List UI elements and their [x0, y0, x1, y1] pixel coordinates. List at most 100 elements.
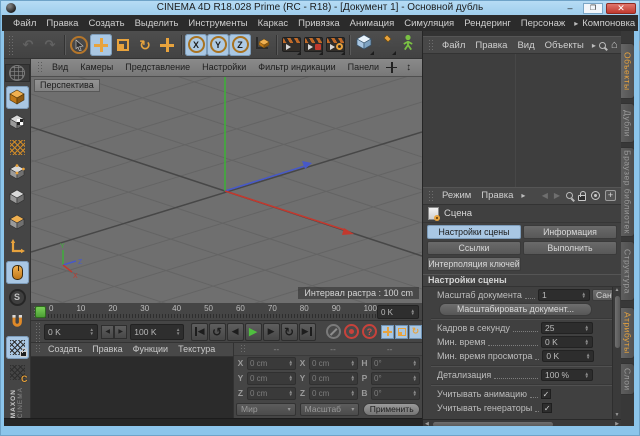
tab-takes[interactable]: Дубли: [621, 103, 635, 143]
document-scale-field[interactable]: 1 ▲ ▼: [538, 289, 590, 301]
menu-animate[interactable]: Анимация: [345, 18, 400, 29]
level-of-detail-field[interactable]: 100 % ▲ ▼: [541, 369, 593, 381]
fps-field[interactable]: 25 ▲ ▼: [541, 322, 593, 334]
scale-document-button[interactable]: Масштабировать документ...: [439, 302, 592, 316]
menu-simulate[interactable]: Симуляция: [399, 18, 459, 29]
move-tool-button[interactable]: [90, 33, 112, 56]
menu-file[interactable]: Файл: [8, 18, 41, 29]
menu-mesh[interactable]: Каркас: [253, 18, 294, 29]
mesh-mode-button[interactable]: [6, 136, 29, 159]
position-z-field[interactable]: 0 cm ▲ ▼: [247, 386, 296, 400]
tab-info[interactable]: Информация: [523, 224, 617, 239]
use-animation-checkbox[interactable]: ✓: [541, 389, 551, 399]
min-preview-time-field[interactable]: 0 K ▲ ▼: [542, 350, 595, 362]
om-search-icon[interactable]: [598, 41, 606, 49]
viewport-menu-grip[interactable]: [37, 61, 44, 74]
scrollbar-thumb[interactable]: [614, 295, 620, 348]
apply-button[interactable]: Применить: [363, 402, 420, 416]
mat-menu-texture[interactable]: Текстура: [173, 344, 220, 354]
mat-menu-create[interactable]: Создать: [43, 344, 87, 354]
palette-grip[interactable]: [9, 61, 25, 62]
am-menu-edit[interactable]: Правка: [476, 190, 518, 201]
more-menu-icon[interactable]: ▸: [589, 41, 599, 50]
vertical-scrollbar[interactable]: ▲ ▼: [612, 286, 621, 419]
tab-layers[interactable]: Слои: [621, 363, 635, 395]
vp-menu-display[interactable]: Представление: [119, 62, 196, 72]
om-menu-objects[interactable]: Объекты: [540, 40, 589, 51]
scale-x-field[interactable]: 0 cm ▲ ▼: [309, 356, 358, 370]
render-to-picture-viewer-button[interactable]: [302, 34, 324, 56]
add-spline-button[interactable]: [375, 34, 397, 56]
use-generators-checkbox[interactable]: ✓: [542, 403, 553, 413]
autokey-button[interactable]: [343, 324, 359, 340]
minimize-button[interactable]: –: [560, 3, 580, 14]
menu-render[interactable]: Рендеринг: [459, 18, 516, 29]
tab-todo[interactable]: Выполнить: [523, 240, 617, 255]
redo-button[interactable]: ↷: [39, 34, 61, 56]
frame-step-forward-button[interactable]: ▶: [114, 324, 128, 339]
render-settings-button[interactable]: [324, 34, 346, 56]
maximize-button[interactable]: ❐: [583, 2, 603, 14]
tab-structure[interactable]: Структура: [621, 241, 635, 301]
menu-edit[interactable]: Правка: [41, 18, 83, 29]
mat-menu-edit[interactable]: Правка: [87, 344, 127, 354]
transport-grip[interactable]: [35, 321, 42, 342]
position-x-field[interactable]: 0 cm ▲ ▼: [247, 356, 296, 370]
tab-key-interpolation[interactable]: Интерполяция ключей: [427, 256, 521, 271]
tab-objects[interactable]: Объекты: [621, 43, 635, 99]
lock-z-axis-button[interactable]: Z: [229, 33, 251, 56]
am-menu-mode[interactable]: Режим: [437, 190, 476, 201]
unit-dropdown[interactable]: Санти: [592, 289, 612, 301]
history-back-icon[interactable]: ◀: [542, 191, 549, 200]
lock-y-axis-button[interactable]: Y: [207, 33, 229, 56]
coord-system-dropdown[interactable]: Мир ▾: [236, 402, 296, 416]
close-button[interactable]: ✕: [606, 2, 636, 14]
timeline-ruler[interactable]: 0 10 20 30 40 50 60 70 80 90 100 0 K ▲ ▼: [31, 303, 422, 322]
scroll-up-icon[interactable]: ▲: [615, 287, 620, 294]
record-scale-toggle[interactable]: [395, 324, 408, 339]
target-icon[interactable]: [591, 191, 600, 200]
spinner-icon[interactable]: ▲ ▼: [90, 328, 94, 335]
make-editable-button[interactable]: [5, 85, 29, 109]
vp-menu-cameras[interactable]: Камеры: [74, 62, 119, 72]
scene-object-row[interactable]: Сцена: [423, 204, 621, 223]
scale-tool-button[interactable]: [112, 34, 134, 56]
vp-menu-filter[interactable]: Фильтр индикации: [252, 62, 341, 72]
render-view-button[interactable]: [280, 34, 302, 56]
next-key-button[interactable]: ↻: [280, 322, 298, 341]
am-add-icon[interactable]: +: [605, 190, 616, 201]
goto-start-button[interactable]: ◀: [190, 322, 208, 341]
menu-tools[interactable]: Инструменты: [183, 18, 252, 29]
tab-content-browser[interactable]: Браузер библиотек: [621, 147, 635, 237]
polygons-mode-button[interactable]: [6, 211, 29, 234]
viewport-3d[interactable]: Перспектива Y Z X Интервал растра: 100 …: [31, 76, 422, 304]
min-time-field[interactable]: 0 K ▲ ▼: [541, 336, 593, 348]
record-button[interactable]: [325, 324, 341, 340]
current-state-button[interactable]: [6, 111, 29, 134]
menu-snap[interactable]: Привязка: [293, 18, 345, 29]
preview-end-field[interactable]: 0 K ▲ ▼: [377, 305, 419, 320]
edges-mode-button[interactable]: [6, 186, 29, 209]
rotation-h-field[interactable]: 0° ▲ ▼: [371, 356, 420, 370]
tab-project-settings[interactable]: Настройки сцены: [427, 224, 521, 239]
prev-key-button[interactable]: ↺: [208, 322, 226, 341]
snap-s-button[interactable]: S: [6, 286, 29, 309]
goto-end-button[interactable]: ▶: [298, 322, 316, 341]
play-button[interactable]: ▶: [244, 322, 262, 341]
magnet-snap-button[interactable]: [6, 311, 29, 334]
scale-z-field[interactable]: 0 cm ▲ ▼: [309, 386, 358, 400]
section-header[interactable]: Настройки сцены: [423, 273, 621, 287]
menu-select[interactable]: Выделить: [130, 18, 184, 29]
om-menu-view[interactable]: Вид: [512, 40, 539, 51]
end-frame-field[interactable]: 100 K ▲ ▼: [130, 323, 185, 340]
prev-frame-button[interactable]: ◀: [226, 322, 244, 341]
mat-menu-function[interactable]: Функции: [128, 344, 173, 354]
material-list[interactable]: [31, 356, 233, 418]
add-primitive-button[interactable]: [353, 34, 375, 56]
coordinates-grip[interactable]: [240, 344, 246, 354]
workplane-button[interactable]: C: [6, 361, 29, 384]
live-selection-button[interactable]: [68, 34, 90, 56]
more-menu-icon[interactable]: ▸: [518, 191, 528, 200]
keying-help-button[interactable]: ?: [361, 324, 377, 340]
record-rotation-toggle[interactable]: ↻: [409, 324, 422, 339]
